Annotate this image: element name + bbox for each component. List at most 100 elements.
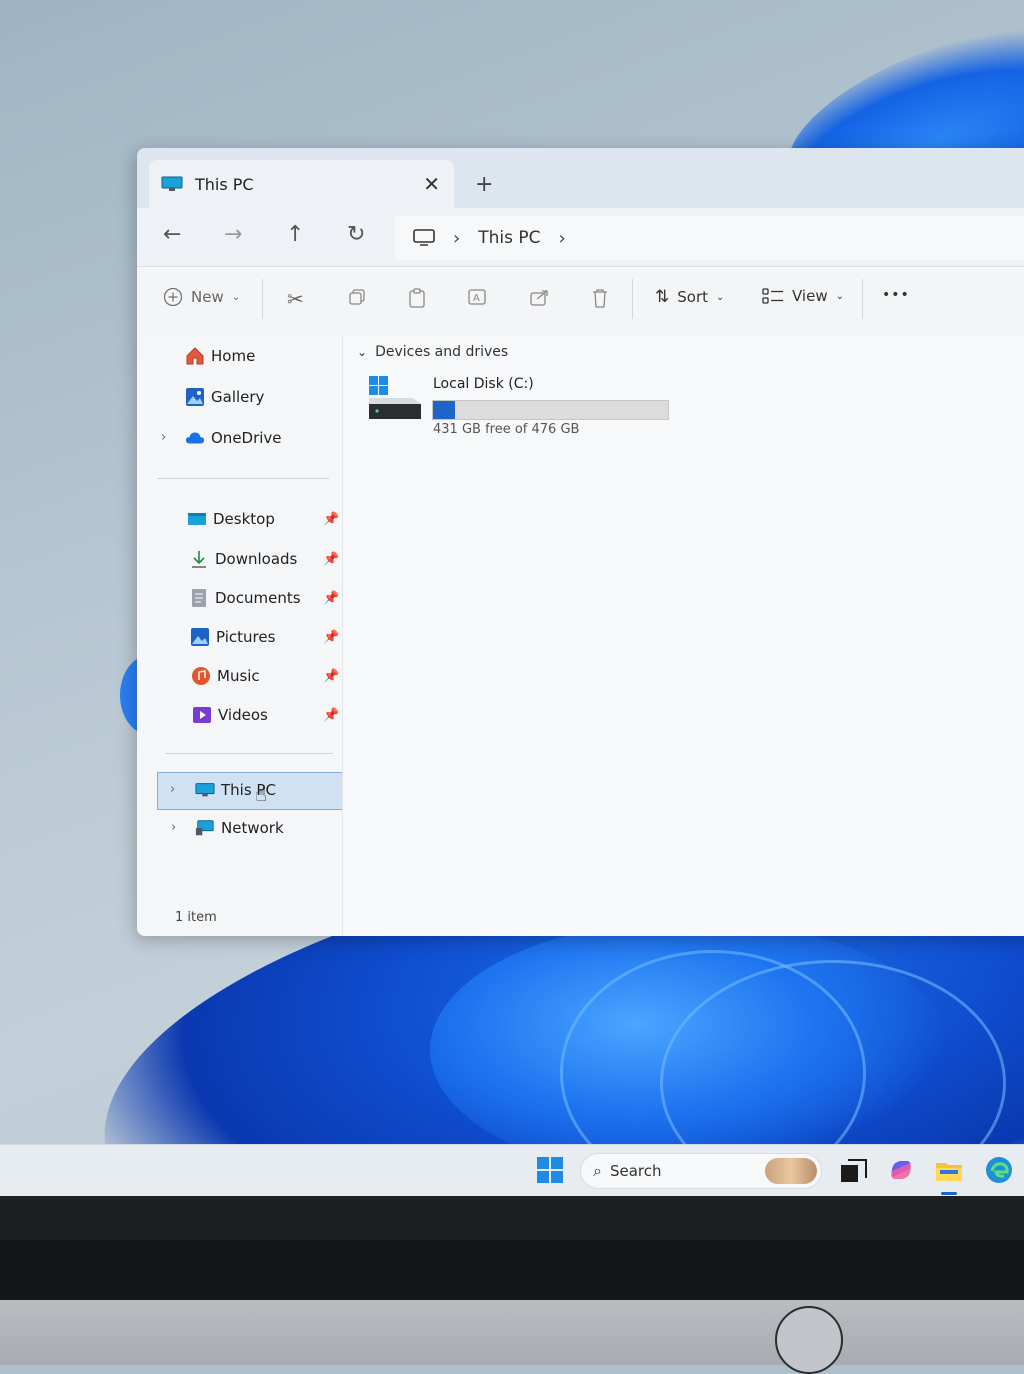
sidebar-item-label: Desktop (213, 510, 275, 528)
laptop-body (0, 1300, 1024, 1374)
pin-icon[interactable]: 📌 (323, 512, 339, 527)
address-bar[interactable]: › This PC › (395, 216, 1024, 260)
file-explorer-icon[interactable] (934, 1155, 964, 1185)
hand-cursor-icon: ☝ (255, 782, 268, 806)
new-button[interactable]: New ⌄ (163, 287, 240, 307)
group-header-devices[interactable]: ⌄ Devices and drives (357, 344, 508, 360)
monitor-bezel-inner (0, 1240, 1024, 1300)
monitor-icon (195, 783, 215, 797)
chevron-down-icon: ⌄ (357, 345, 368, 359)
sidebar-item-label: Videos (218, 706, 268, 724)
rename-icon[interactable]: A (467, 287, 489, 307)
divider (862, 279, 863, 319)
search-icon: ⌕ (593, 1161, 602, 1180)
pin-icon[interactable]: 📌 (323, 708, 339, 723)
cut-icon[interactable]: ✂ (287, 287, 304, 311)
chevron-down-icon: ⌄ (835, 290, 844, 302)
view-button[interactable]: View ⌄ (762, 287, 844, 305)
monitor-bezel (0, 1196, 1024, 1301)
chevron-down-icon: ⌄ (716, 291, 725, 303)
sidebar-item-label: This PC (221, 781, 276, 799)
sidebar-item-home[interactable]: Home (185, 346, 255, 366)
task-view-icon[interactable] (838, 1155, 868, 1185)
drive-free-space: 431 GB free of 476 GB (433, 422, 580, 437)
taskbar-search[interactable]: ⌕ Search (580, 1153, 822, 1189)
drive-name: Local Disk (C:) (433, 376, 534, 392)
sidebar-item-label: Music (217, 667, 260, 685)
power-button (775, 1306, 843, 1374)
computer-icon (413, 229, 435, 246)
back-icon[interactable]: ← (163, 222, 181, 247)
sidebar-item-label: OneDrive (211, 429, 282, 447)
copy-icon[interactable] (347, 287, 367, 307)
drive-local-disk-c[interactable]: Local Disk (C:) 431 GB free of 476 GB (367, 374, 687, 444)
navigation-pane: Home Gallery › OneDrive Desktop 📌 Downlo… (137, 336, 342, 936)
sidebar-item-label: Pictures (216, 628, 276, 646)
taskbar: ⌕ Search (0, 1144, 1024, 1197)
breadcrumb-this-pc[interactable]: This PC (478, 228, 540, 248)
sidebar-item-desktop[interactable]: Desktop (187, 509, 275, 529)
search-highlight-image (765, 1158, 817, 1184)
search-placeholder: Search (609, 1162, 662, 1180)
hard-drive-icon (369, 376, 421, 419)
sidebar-item-network[interactable]: Network (195, 818, 284, 838)
new-button-label: New (191, 288, 224, 306)
sidebar-item-downloads[interactable]: Downloads (189, 549, 297, 569)
refresh-icon[interactable]: ↻ (347, 222, 365, 247)
sidebar-item-label: Network (221, 819, 284, 837)
divider (157, 478, 329, 479)
pin-icon[interactable]: 📌 (323, 669, 339, 684)
chevron-right-icon[interactable]: › (161, 430, 166, 445)
edge-browser-icon[interactable] (984, 1155, 1014, 1185)
file-explorer-window: This PC ✕ + ← → ↑ ↻ › This PC › New ⌄ ✂ (137, 148, 1024, 936)
desktop-icon (188, 513, 206, 525)
drive-usage-fill (433, 401, 456, 419)
delete-icon[interactable] (590, 287, 610, 309)
close-tab-icon[interactable]: ✕ (423, 172, 440, 196)
plus-circle-icon (163, 287, 183, 307)
pin-icon[interactable]: 📌 (323, 591, 339, 606)
title-bar: This PC ✕ + (137, 148, 1024, 208)
forward-icon[interactable]: → (224, 222, 242, 247)
command-bar: New ⌄ ✂ A ⇅ Sort ⌄ View ⌄ ••• (137, 266, 1024, 338)
sidebar-item-label: Documents (215, 589, 301, 607)
paste-icon[interactable] (407, 287, 427, 309)
sort-button[interactable]: ⇅ Sort ⌄ (655, 287, 724, 307)
sidebar-item-label: Gallery (211, 388, 265, 406)
music-icon (192, 667, 210, 685)
sidebar-item-label: Downloads (215, 550, 298, 568)
sort-button-label: Sort (677, 288, 708, 306)
navigation-bar: ← → ↑ ↻ › This PC › (137, 208, 1024, 266)
sidebar-item-videos[interactable]: Videos (192, 705, 268, 725)
svg-text:A: A (473, 293, 480, 304)
sidebar-item-label: Home (211, 347, 256, 365)
divider (632, 279, 633, 319)
tab-label: This PC (195, 174, 254, 194)
pin-icon[interactable]: 📌 (323, 552, 339, 567)
onedrive-cloud-icon (185, 432, 205, 444)
sidebar-item-pictures[interactable]: Pictures (190, 627, 275, 647)
monitor-icon (161, 176, 183, 191)
chevron-right-icon[interactable]: › (170, 782, 175, 797)
sidebar-item-gallery[interactable]: Gallery (185, 387, 264, 407)
sidebar-item-music[interactable]: Music (191, 666, 260, 686)
tab-this-pc[interactable]: This PC ✕ (149, 160, 454, 208)
more-options-icon[interactable]: ••• (882, 287, 910, 303)
sidebar-item-onedrive[interactable]: OneDrive (185, 428, 282, 448)
chevron-down-icon: ⌄ (231, 291, 241, 303)
start-windows-icon[interactable] (535, 1155, 565, 1185)
pin-icon[interactable]: 📌 (323, 630, 339, 645)
new-tab-button[interactable]: + (475, 172, 493, 197)
chevron-right-icon: › (453, 227, 461, 249)
videos-icon (193, 707, 211, 723)
chevron-right-icon[interactable]: › (558, 228, 565, 249)
active-app-indicator (941, 1192, 957, 1195)
copilot-icon[interactable] (886, 1155, 916, 1185)
document-icon (192, 589, 206, 607)
chevron-right-icon[interactable]: › (171, 820, 176, 835)
view-button-label: View (792, 287, 828, 305)
share-icon[interactable] (529, 287, 551, 307)
pictures-icon (191, 628, 209, 646)
up-icon[interactable]: ↑ (286, 222, 304, 247)
sidebar-item-documents[interactable]: Documents (189, 588, 301, 608)
